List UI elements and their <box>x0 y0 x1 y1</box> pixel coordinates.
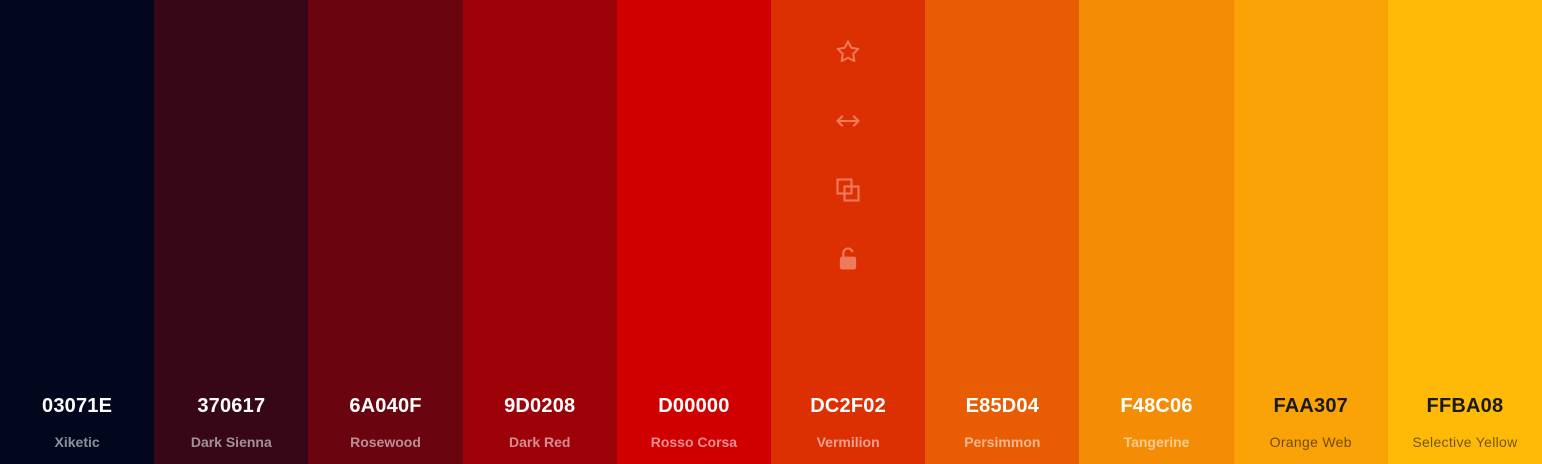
color-swatch[interactable]: E85D04 Persimmon <box>925 0 1080 464</box>
copy-button[interactable] <box>832 174 864 206</box>
color-swatch[interactable]: FFBA08 Selective Yellow <box>1387 0 1542 464</box>
swatch-hover-toolbar <box>771 36 925 312</box>
swatch-color-name: Persimmon <box>964 434 1041 450</box>
swatch-color-name: Tangerine <box>1123 434 1190 450</box>
color-swatch[interactable]: F48C06 Tangerine <box>1079 0 1234 464</box>
swatch-color-name: Selective Yellow <box>1412 434 1518 450</box>
drag-button[interactable] <box>832 105 864 137</box>
color-swatch[interactable]: 6A040F Rosewood <box>308 0 463 464</box>
swatch-hex-code[interactable]: 03071E <box>0 393 154 419</box>
swatch-hex-code[interactable]: D00000 <box>617 393 771 419</box>
color-swatch[interactable]: 9D0208 Dark Red <box>462 0 617 464</box>
swatch-color-name: Xiketic <box>54 434 100 450</box>
arrows-horizontal-icon <box>836 115 860 127</box>
unlock-icon <box>839 247 857 270</box>
color-swatch[interactable]: 03071E Xiketic <box>0 0 155 464</box>
swatch-hex-code[interactable]: 370617 <box>154 393 308 419</box>
swatch-hex-code[interactable]: DC2F02 <box>771 393 925 419</box>
swatch-hex-code[interactable]: FAA307 <box>1234 393 1388 419</box>
swatch-color-name: Vermilion <box>816 434 880 450</box>
color-swatch[interactable]: D00000 Rosso Corsa <box>616 0 772 464</box>
swatch-color-name: Dark Red <box>508 434 571 450</box>
swatch-hex-code[interactable]: FFBA08 <box>1388 393 1542 419</box>
copy-icon <box>836 178 860 202</box>
swatch-color-name: Orange Web <box>1269 434 1352 450</box>
color-swatch[interactable]: 370617 Dark Sienna <box>154 0 309 464</box>
color-swatch[interactable]: FAA307 Orange Web <box>1233 0 1388 464</box>
swatch-color-name: Rosewood <box>350 434 421 450</box>
lock-button[interactable] <box>832 243 864 275</box>
star-icon <box>836 40 860 63</box>
swatch-hex-code[interactable]: 6A040F <box>308 393 462 419</box>
swatch-hex-code[interactable]: E85D04 <box>925 393 1079 419</box>
favorite-button[interactable] <box>832 36 864 68</box>
swatch-color-name: Rosso Corsa <box>650 434 738 450</box>
color-palette: 03071E Xiketic 370617 Dark Sienna 6A040F… <box>0 0 1542 464</box>
swatch-hex-code[interactable]: 9D0208 <box>463 393 617 419</box>
swatch-color-name: Dark Sienna <box>190 434 272 450</box>
color-swatch-hovered[interactable]: DC2F02 Vermilion <box>771 0 926 464</box>
swatch-hex-code[interactable]: F48C06 <box>1079 393 1233 419</box>
